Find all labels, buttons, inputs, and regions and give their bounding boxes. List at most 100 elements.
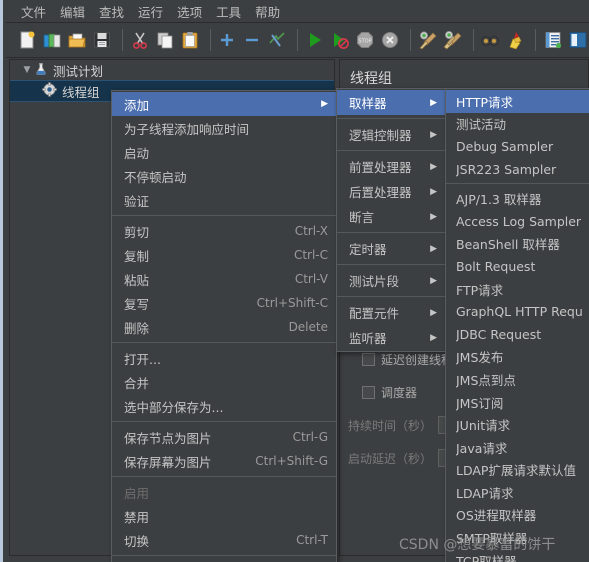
submenu-item-config-element[interactable]: 配置元件 ▶ [337, 300, 445, 325]
sampler-item-ldap-request[interactable]: LDAP请求 [446, 481, 589, 504]
templates-icon[interactable] [41, 27, 63, 53]
tree-context-menu[interactable]: 添加 ▶ 为子线程添加响应时间 启动 不停顿启动 验证 剪切 Ctrl-X 复制… [111, 90, 337, 562]
menubar-item-run[interactable]: 运行 [131, 0, 170, 23]
menu-item-label: 保存屏幕为图片 [124, 454, 212, 470]
sampler-item-test-action[interactable]: 测试活动 [446, 113, 589, 136]
search-reset-icon[interactable] [504, 27, 526, 53]
sampler-item-ftp-request[interactable]: FTP请求 [446, 278, 589, 301]
submenu-item-pre-processor[interactable]: 前置处理器 ▶ [337, 154, 445, 179]
sampler-item-access-log-sampler[interactable]: Access Log Sampler [446, 210, 589, 233]
collapse-all-icon[interactable] [241, 27, 263, 53]
menubar-item-help[interactable]: 帮助 [248, 0, 287, 23]
sampler-item-jsr223-sampler[interactable]: JSR223 Sampler [446, 158, 589, 181]
menu-separator [112, 342, 336, 343]
menu-item-save-screen-as-image[interactable]: 保存屏幕为图片 Ctrl+Shift-G [112, 449, 336, 473]
menu-item-accel: Delete [288, 320, 328, 334]
add-submenu[interactable]: 取样器 ▶ 逻辑控制器 ▶ 前置处理器 ▶ 后置处理器 ▶ 断言 ▶ 定时器 ▶… [336, 88, 446, 352]
new-icon[interactable] [16, 27, 38, 53]
sampler-item-jms-publisher[interactable]: JMS发布 [446, 346, 589, 369]
sampler-item-junit-request[interactable]: JUnit请求 [446, 413, 589, 436]
menu-item-validate[interactable]: 验证 [112, 188, 336, 212]
menu-item-remove[interactable]: 删除 Delete [112, 315, 336, 339]
paste-icon[interactable] [179, 27, 201, 53]
shutdown-icon[interactable] [379, 27, 401, 53]
chevron-right-icon: ▶ [430, 129, 437, 140]
submenu-item-post-processor[interactable]: 后置处理器 ▶ [337, 179, 445, 204]
sampler-item-beanshell-sampler[interactable]: BeanShell 取样器 [446, 233, 589, 256]
menu-item-label: AJP/1.3 取样器 [456, 192, 542, 208]
sampler-item-jms-subscriber[interactable]: JMS订阅 [446, 391, 589, 414]
clear-icon[interactable] [417, 27, 439, 53]
menu-item-duplicate[interactable]: 复写 Ctrl+Shift-C [112, 291, 336, 315]
menu-item-label: 后置处理器 [349, 185, 412, 200]
duration-label: 持续时间（秒） [348, 418, 433, 433]
menubar-item-options[interactable]: 选项 [170, 0, 209, 23]
sampler-item-os-process-sampler[interactable]: OS进程取样器 [446, 504, 589, 527]
menu-item-cut[interactable]: 剪切 Ctrl-X [112, 219, 336, 243]
submenu-item-test-fragment[interactable]: 测试片段 ▶ [337, 268, 445, 293]
submenu-item-sampler[interactable]: 取样器 ▶ [337, 90, 445, 115]
menu-item-label: 添加 [124, 97, 150, 113]
menu-item-label: 验证 [124, 193, 150, 209]
clear-all-icon[interactable] [442, 27, 464, 53]
menubar-item-search[interactable]: 查找 [92, 0, 131, 23]
menubar-item-edit[interactable]: 编辑 [53, 0, 92, 23]
sampler-item-ldap-extended-request-defaults[interactable]: LDAP扩展请求默认值 [446, 459, 589, 482]
menu-item-copy[interactable]: 复制 Ctrl-C [112, 243, 336, 267]
menu-item-toggle[interactable]: 切换 Ctrl-T [112, 528, 336, 552]
start-no-pauses-icon[interactable] [329, 27, 351, 53]
menu-item-label: JDBC Request [456, 326, 542, 342]
chevron-down-icon[interactable]: ▼ [20, 65, 34, 75]
sampler-item-bolt-request[interactable]: Bolt Request [446, 255, 589, 278]
save-icon[interactable] [91, 27, 113, 53]
sampler-submenu[interactable]: HTTP请求 测试活动 Debug Sampler JSR223 Sampler… [445, 88, 589, 562]
menu-item-paste[interactable]: 粘贴 Ctrl-V [112, 267, 336, 291]
sampler-item-http-request[interactable]: HTTP请求 [446, 90, 589, 113]
delay-thread-creation-checkbox[interactable] [362, 352, 375, 366]
menu-item-start[interactable]: 启动 [112, 140, 336, 164]
stop-icon[interactable]: STOP [354, 27, 376, 53]
menubar-item-file[interactable]: 文件 [14, 0, 53, 23]
function-helper-icon[interactable] [542, 27, 564, 53]
submenu-item-timer[interactable]: 定时器 ▶ [337, 236, 445, 261]
expand-all-icon[interactable] [216, 27, 238, 53]
sampler-item-tcp-sampler[interactable]: TCP取样器 [446, 549, 589, 562]
menu-separator [337, 232, 445, 233]
help-icon[interactable] [567, 27, 589, 53]
submenu-item-assertion[interactable]: 断言 ▶ [337, 204, 445, 229]
menu-item-label: 逻辑控制器 [349, 128, 412, 143]
menu-item-open[interactable]: 打开... [112, 346, 336, 370]
toggle-icon[interactable] [266, 27, 288, 53]
sampler-item-smtp-sampler[interactable]: SMTP取样器 [446, 526, 589, 549]
sampler-item-graphql-http-request[interactable]: GraphQL HTTP Request [446, 300, 589, 323]
sampler-item-jdbc-request[interactable]: JDBC Request [446, 323, 589, 346]
search-icon[interactable] [479, 27, 501, 53]
menu-item-merge[interactable]: 合并 [112, 370, 336, 394]
menu-item-enable[interactable]: 启用 [112, 480, 336, 504]
cut-icon[interactable] [129, 27, 151, 53]
menu-item-disable[interactable]: 禁用 [112, 504, 336, 528]
menu-item-save-selection-as[interactable]: 选中部分保存为... [112, 394, 336, 418]
menu-item-label: 测试片段 [349, 274, 400, 289]
menu-item-save-node-as-image[interactable]: 保存节点为图片 Ctrl-G [112, 425, 336, 449]
menu-item-add[interactable]: 添加 ▶ [112, 92, 336, 116]
menu-separator [337, 264, 445, 265]
menu-item-add-think-times[interactable]: 为子线程添加响应时间 [112, 116, 336, 140]
menu-item-label: TCP取样器 [456, 553, 517, 562]
toolbar-separator [472, 29, 474, 51]
open-icon[interactable] [66, 27, 88, 53]
sampler-item-java-request[interactable]: Java请求 [446, 436, 589, 459]
start-icon[interactable] [304, 27, 326, 53]
menu-item-start-no-pauses[interactable]: 不停顿启动 [112, 164, 336, 188]
menu-item-accel: Ctrl-X [294, 224, 328, 238]
scheduler-checkbox[interactable] [362, 385, 375, 399]
tree-node-test-plan[interactable]: ▼ 测试计划 [10, 60, 334, 80]
copy-icon[interactable] [154, 27, 176, 53]
menubar-item-tools[interactable]: 工具 [209, 0, 248, 23]
sampler-item-jms-point-to-point[interactable]: JMS点到点 [446, 368, 589, 391]
menu-item-label: 删除 [124, 320, 150, 336]
submenu-item-listener[interactable]: 监听器 ▶ [337, 325, 445, 350]
sampler-item-debug-sampler[interactable]: Debug Sampler [446, 135, 589, 158]
submenu-item-logic-controller[interactable]: 逻辑控制器 ▶ [337, 122, 445, 147]
sampler-item-ajp-sampler[interactable]: AJP/1.3 取样器 [446, 187, 589, 210]
